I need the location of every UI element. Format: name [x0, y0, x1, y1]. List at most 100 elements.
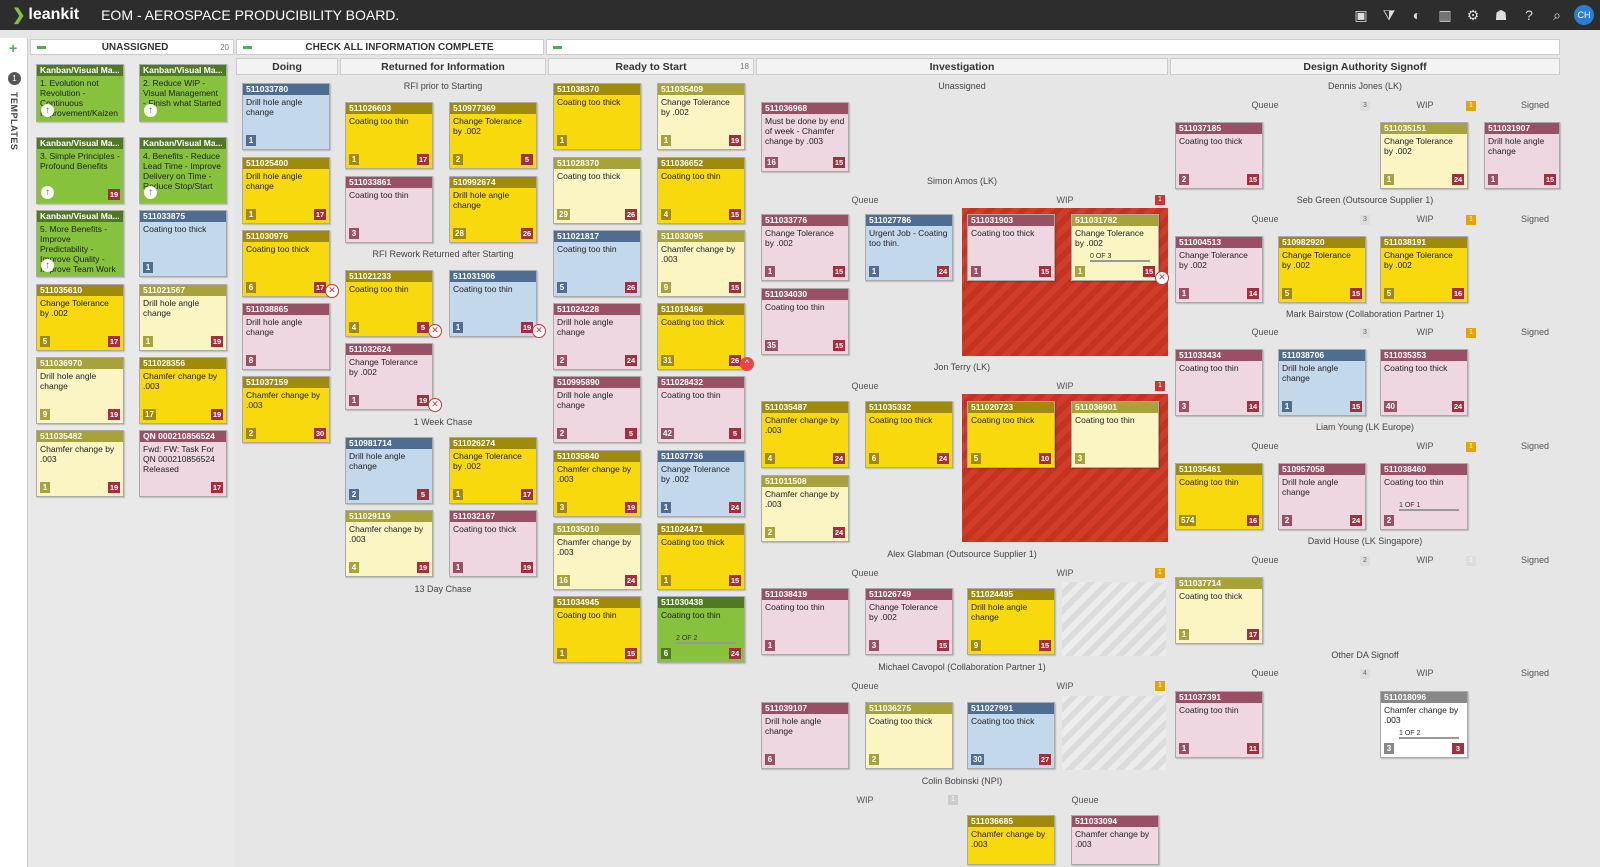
card[interactable]: 511024495 Drill hole angle change 9 15: [967, 588, 1055, 655]
card[interactable]: 511031903 Coating too thick 1 15: [967, 214, 1055, 281]
blocked-icon[interactable]: ✕: [428, 398, 442, 412]
card[interactable]: 511021817 Coating too thin 5 26: [553, 230, 641, 297]
card[interactable]: Kanban/Visual Ma... 2. Reduce WIP - Visua…: [139, 64, 227, 122]
filter-icon[interactable]: ⧩: [1378, 4, 1400, 26]
arrow-up-icon[interactable]: ↑: [41, 104, 54, 117]
users-icon[interactable]: ☗: [1490, 4, 1512, 26]
card[interactable]: 511028432 Coating too thin 42 5: [657, 376, 745, 443]
card[interactable]: 511030976 Coating too thick 6 17: [242, 230, 330, 297]
card[interactable]: 511037736 Change Tolerance by .002 1 24: [657, 450, 745, 517]
card[interactable]: 511039107 Drill hole angle change 6: [761, 702, 849, 769]
card[interactable]: 511028370 Coating too thick 29 26: [553, 157, 641, 224]
card[interactable]: 511034030 Coating too thin 35 15: [761, 288, 849, 355]
card[interactable]: 511024228 Drill hole angle change 2 24: [553, 303, 641, 370]
user-filter-icon[interactable]: ◐: [1406, 4, 1428, 26]
collapse-icon[interactable]: [553, 45, 562, 49]
card[interactable]: 511025400 Drill hole angle change 1 17: [242, 157, 330, 224]
card[interactable]: 511036652 Coating too thin 4 15: [657, 157, 745, 224]
card[interactable]: 511033861 Coating too thin 3: [345, 176, 433, 243]
card[interactable]: 511032624 Change Tolerance by .002 1 19: [345, 343, 433, 410]
priority-icon[interactable]: ^: [740, 357, 754, 371]
card[interactable]: 511036970 Drill hole angle change 9 19: [36, 357, 124, 424]
card[interactable]: 511018096 Chamfer change by .003 3 3 1 OF 2: [1380, 691, 1468, 758]
card[interactable]: 511036968 Must be done by end of week - C…: [761, 102, 849, 172]
card[interactable]: 511033780 Drill hole angle change 1: [242, 83, 330, 150]
card[interactable]: 511026749 Change Tolerance by .002 3 15: [865, 588, 953, 655]
card[interactable]: 511030438 Coating too thin 6 24 2 OF 2: [657, 596, 745, 663]
card[interactable]: 511038460 Coating too thin 2 1 OF 1: [1380, 463, 1468, 530]
blocked-icon[interactable]: ✕: [325, 284, 339, 298]
logo[interactable]: ❯ leankit: [12, 5, 79, 25]
card[interactable]: 511028356 Chamfer change by .003 17 19: [139, 357, 227, 424]
card[interactable]: 511029119 Chamfer change by .003 4 19: [345, 510, 433, 577]
card[interactable]: 511026274 Change Tolerance by .002 1 17: [449, 437, 537, 504]
card[interactable]: 511020723 Coating too thick 5 10: [967, 401, 1055, 468]
help-icon[interactable]: ?: [1518, 4, 1540, 26]
card[interactable]: 511035461 Coating too thin 574 16: [1175, 463, 1263, 530]
card[interactable]: 511037714 Coating too thick 1 17: [1175, 577, 1263, 644]
investigation-header[interactable]: Investigation: [756, 58, 1168, 75]
card[interactable]: Kanban/Visual Ma... 3. Simple Principles …: [36, 137, 124, 204]
card[interactable]: 511038706 Drill hole angle change 1 15: [1278, 349, 1366, 416]
report-icon[interactable]: ▥: [1434, 4, 1456, 26]
card[interactable]: 511035840 Chamfer change by .003 3 19: [553, 450, 641, 517]
card[interactable]: 511035353 Coating too thick 40 24: [1380, 349, 1468, 416]
board-icon[interactable]: ▣: [1350, 4, 1372, 26]
arrow-up-icon[interactable]: ↑: [41, 259, 54, 272]
arrow-up-icon[interactable]: ↑: [144, 186, 157, 199]
gear-icon[interactable]: ⚙: [1462, 4, 1484, 26]
card[interactable]: 511035610 Change Tolerance by .002 5 17: [36, 284, 124, 351]
design-header[interactable]: Design Authority Signoff: [1170, 58, 1560, 75]
card[interactable]: 511011508 Chamfer change by .003 2 24: [761, 475, 849, 542]
blocked-icon[interactable]: ✕: [1155, 271, 1169, 285]
card[interactable]: 511035332 Coating too thick 6 24: [865, 401, 953, 468]
card[interactable]: 511035487 Chamfer change by .003 4 24: [761, 401, 849, 468]
card[interactable]: QN 000210856524 Fwd: FW: Task For QN 0002…: [139, 430, 227, 497]
card[interactable]: 511035409 Change Tolerance by .002 1 19: [657, 83, 745, 150]
add-lane-icon[interactable]: +: [9, 40, 17, 56]
card[interactable]: 511035151 Change Tolerance by .002 1 24: [1380, 122, 1468, 189]
card[interactable]: 511026603 Coating too thin 1 17: [345, 102, 433, 169]
card[interactable]: 511037391 Coating too thin 1 11: [1175, 691, 1263, 758]
card[interactable]: 511037159 Chamfer change by .003 2 30: [242, 376, 330, 443]
card[interactable]: 510957058 Drill hole angle change 2 24: [1278, 463, 1366, 530]
card[interactable]: 511033434 Coating too thin 3 14: [1175, 349, 1263, 416]
card[interactable]: 511036275 Coating too thick 2: [865, 702, 953, 769]
card[interactable]: 511035010 Chamfer change by .003 16 24: [553, 523, 641, 590]
check-bar[interactable]: CHECK ALL INFORMATION COMPLETE: [236, 39, 544, 55]
templates-tab[interactable]: TEMPLATES: [9, 92, 19, 150]
card[interactable]: 510982920 Change Tolerance by .002 5 15: [1278, 236, 1366, 303]
unassigned-bar[interactable]: UNASSIGNED 20: [30, 39, 234, 55]
card[interactable]: 511019466 Coating too thick 31 26: [657, 303, 745, 370]
card[interactable]: 511038419 Coating too thin 1: [761, 588, 849, 655]
doing-header[interactable]: Doing: [236, 58, 338, 75]
collapse-icon[interactable]: [243, 45, 252, 49]
card[interactable]: 511036685 Chamfer change by .003: [967, 815, 1055, 865]
blocked-icon[interactable]: ✕: [428, 324, 442, 338]
right-bar[interactable]: [546, 39, 1560, 55]
card[interactable]: 511038191 Change Tolerance by .002 5 16: [1380, 236, 1468, 303]
card[interactable]: 511033776 Change Tolerance by .002 1 15: [761, 214, 849, 281]
card[interactable]: Kanban/Visual Ma... 4. Benefits - Reduce …: [139, 137, 227, 204]
card[interactable]: 511033875 Coating too thick 1: [139, 210, 227, 277]
card[interactable]: 510977369 Change Tolerance by .002 2 5: [449, 102, 537, 169]
card[interactable]: 511037185 Coating too thick 2 15: [1175, 122, 1263, 189]
card[interactable]: 511031782 Change Tolerance by .002 1 15 0 OF…: [1071, 214, 1159, 281]
card[interactable]: 511021233 Coating too thin 4 5: [345, 270, 433, 337]
card[interactable]: 511031907 Drill hole angle change 1 15: [1484, 122, 1560, 189]
arrow-up-icon[interactable]: ↑: [41, 186, 54, 199]
ready-header[interactable]: Ready to Start 18: [548, 58, 754, 75]
card[interactable]: 511004513 Change Tolerance by .002 1 14: [1175, 236, 1263, 303]
card[interactable]: 510981714 Drill hole angle change 2 5: [345, 437, 433, 504]
card[interactable]: 511027786 Urgent Job - Coating too thin. 1…: [865, 214, 953, 281]
search-icon[interactable]: ⌕: [1546, 4, 1568, 26]
card[interactable]: 511033094 Chamfer change by .003: [1071, 815, 1159, 865]
blocked-icon[interactable]: ✕: [532, 324, 546, 338]
collapse-icon[interactable]: [37, 45, 46, 49]
card[interactable]: 511036901 Coating too thin 3: [1071, 401, 1159, 468]
arrow-up-icon[interactable]: ↑: [144, 104, 157, 117]
card[interactable]: 511033095 Chamfer change by .003 9 15: [657, 230, 745, 297]
card[interactable]: 511035482 Chamfer change by .003 1 19: [36, 430, 124, 497]
card[interactable]: Kanban/Visual Ma... 1. Evolution not Revo…: [36, 64, 124, 122]
card[interactable]: 511021567 Drill hole angle change 1 19: [139, 284, 227, 351]
